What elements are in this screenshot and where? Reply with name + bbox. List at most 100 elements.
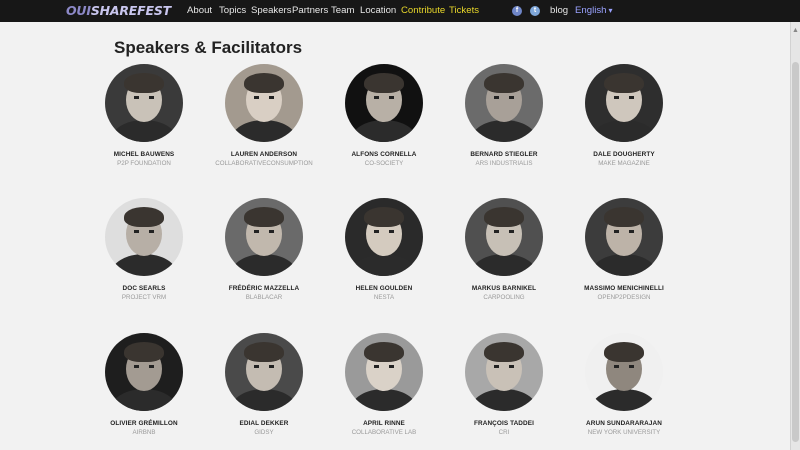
speaker-name[interactable]: Massimo Menichinelli — [564, 285, 684, 293]
speaker-photo[interactable] — [465, 198, 543, 276]
speaker-name[interactable]: Helen Goulden — [324, 285, 444, 293]
speaker-name[interactable]: Michel Bauwens — [84, 151, 204, 159]
speaker-name[interactable]: Bernard Stiegler — [444, 151, 564, 159]
facebook-icon[interactable]: f — [512, 6, 522, 16]
photo-eyes — [254, 96, 274, 99]
speaker-card[interactable]: April Rinne Collaborative Lab — [324, 333, 444, 437]
scroll-up-icon[interactable]: ▲ — [792, 27, 799, 35]
nav-partners[interactable]: Partners — [292, 5, 328, 17]
photo-hair — [244, 207, 284, 227]
photo-hair — [604, 342, 644, 362]
speaker-name[interactable]: Markus Barnikel — [444, 285, 564, 293]
language-selector[interactable]: English ▾ — [575, 5, 612, 17]
ouisharefest-logo[interactable]: OUISHAREFEST — [66, 3, 171, 19]
speaker-organization: CRI — [498, 429, 510, 436]
speaker-name[interactable]: Frédéric Mazzella — [204, 285, 324, 293]
photo-body — [111, 120, 177, 142]
photo-eyes — [494, 230, 514, 233]
speaker-card[interactable]: Michel Bauwens P2P Foundation — [84, 64, 204, 168]
photo-hair — [484, 73, 524, 93]
photo-hair — [604, 73, 644, 93]
speaker-organization: Make Magazine — [598, 160, 650, 167]
speaker-name[interactable]: Arun Sundararajan — [564, 420, 684, 428]
speaker-card[interactable]: Arun Sundararajan New York University — [564, 333, 684, 437]
photo-body — [591, 389, 657, 411]
language-label: English — [575, 5, 607, 16]
photo-eyes — [134, 96, 154, 99]
speaker-photo[interactable] — [345, 333, 423, 411]
photo-eyes — [134, 230, 154, 233]
speaker-name[interactable]: Alfons Cornella — [324, 151, 444, 159]
nav-contribute[interactable]: Contribute — [401, 5, 445, 17]
photo-body — [351, 254, 417, 276]
photo-body — [591, 120, 657, 142]
speaker-card[interactable]: Edial Dekker Gidsy — [204, 333, 324, 437]
photo-hair — [484, 342, 524, 362]
speaker-name[interactable]: April Rinne — [324, 420, 444, 428]
speaker-photo[interactable] — [585, 198, 663, 276]
speaker-photo[interactable] — [105, 333, 183, 411]
twitter-icon[interactable]: t — [530, 6, 540, 16]
speaker-organization: OpenP2PDesign — [597, 294, 651, 301]
speaker-card[interactable]: Massimo Menichinelli OpenP2PDesign — [564, 198, 684, 302]
photo-hair — [604, 207, 644, 227]
speaker-organization: Co-Society — [364, 160, 404, 167]
speaker-card[interactable]: Frédéric Mazzella BlaBlaCar — [204, 198, 324, 302]
speaker-card[interactable]: Alfons Cornella Co-Society — [324, 64, 444, 168]
photo-eyes — [374, 96, 394, 99]
speaker-photo[interactable] — [105, 64, 183, 142]
speaker-card[interactable]: Olivier Grémillon Airbnb — [84, 333, 204, 437]
speaker-card[interactable]: Lauren Anderson CollaborativeConsumption — [204, 64, 324, 168]
speaker-card[interactable]: Bernard Stiegler Ars Industrialis — [444, 64, 564, 168]
speaker-photo[interactable] — [345, 198, 423, 276]
speaker-name[interactable]: Lauren Anderson — [204, 151, 324, 159]
photo-eyes — [614, 230, 634, 233]
speaker-photo[interactable] — [225, 198, 303, 276]
speaker-organization: Ars Industrialis — [475, 160, 533, 167]
speaker-name[interactable]: Edial Dekker — [204, 420, 324, 428]
nav-blog[interactable]: blog — [550, 5, 568, 17]
speaker-card[interactable]: François Taddei CRI — [444, 333, 564, 437]
logo-part-oui: OUI — [66, 3, 91, 18]
photo-body — [231, 120, 297, 142]
speaker-name[interactable]: Dale Dougherty — [564, 151, 684, 159]
photo-body — [111, 254, 177, 276]
nav-topics[interactable]: Topics — [219, 5, 246, 17]
page-title: Speakers & Facilitators — [114, 38, 303, 57]
speaker-organization: P2P Foundation — [117, 160, 171, 167]
speaker-name[interactable]: Olivier Grémillon — [84, 420, 204, 428]
speaker-photo[interactable] — [465, 333, 543, 411]
photo-hair — [124, 207, 164, 227]
speaker-card[interactable]: Markus Barnikel Carpooling — [444, 198, 564, 302]
page-scrollbar[interactable]: ▲ — [790, 22, 800, 450]
speaker-card[interactable]: Helen Goulden Nesta — [324, 198, 444, 302]
nav-about[interactable]: About — [187, 5, 212, 17]
nav-speakers[interactable]: Speakers — [251, 5, 292, 17]
photo-hair — [244, 342, 284, 362]
nav-team[interactable]: Team — [331, 5, 354, 17]
speaker-photo[interactable] — [105, 198, 183, 276]
photo-hair — [124, 73, 164, 93]
speaker-organization: Nesta — [373, 294, 395, 301]
scrollbar-thumb[interactable] — [792, 62, 799, 442]
speaker-name[interactable]: Doc Searls — [84, 285, 204, 293]
speaker-photo[interactable] — [585, 333, 663, 411]
photo-hair — [484, 207, 524, 227]
photo-eyes — [614, 365, 634, 368]
speaker-photo[interactable] — [345, 64, 423, 142]
speaker-photo[interactable] — [225, 64, 303, 142]
speaker-card[interactable]: Doc Searls Project VRM — [84, 198, 204, 302]
speaker-organization: Gidsy — [254, 429, 274, 436]
nav-location[interactable]: Location — [360, 5, 396, 17]
speaker-photo[interactable] — [585, 64, 663, 142]
photo-eyes — [254, 365, 274, 368]
nav-tickets[interactable]: Tickets — [449, 5, 479, 17]
photo-body — [471, 389, 537, 411]
photo-eyes — [494, 96, 514, 99]
speaker-organization: CollaborativeConsumption — [215, 160, 313, 167]
logo-part-fest: FEST — [137, 3, 171, 18]
speaker-photo[interactable] — [225, 333, 303, 411]
speaker-name[interactable]: François Taddei — [444, 420, 564, 428]
speaker-card[interactable]: Dale Dougherty Make Magazine — [564, 64, 684, 168]
speaker-photo[interactable] — [465, 64, 543, 142]
